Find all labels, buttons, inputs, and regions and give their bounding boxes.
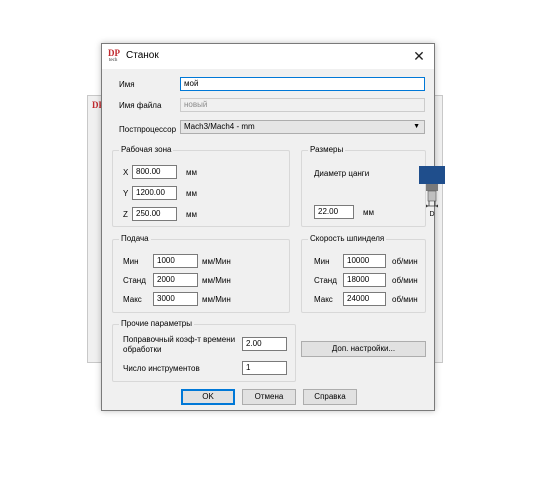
feed-std-unit: мм/Мин (202, 276, 231, 285)
feed-std-label: Станд (123, 276, 146, 285)
other-params-group: Прочие параметры Поправочный коэф-т врем… (112, 319, 296, 382)
collet-diameter-unit: мм (363, 208, 374, 217)
other-params-title: Прочие параметры (119, 319, 195, 329)
axis-x-input[interactable]: 800.00 (132, 165, 177, 179)
collet-diagram-label: D (429, 211, 434, 218)
axis-y-unit: мм (186, 189, 197, 198)
extra-settings-button[interactable]: Доп. настройки... (301, 341, 426, 357)
machine-dialog: DP tech Станок ✕ Имя мой Имя файла новый… (101, 43, 445, 411)
coef-value: 2.00 (246, 339, 262, 348)
close-button[interactable]: ✕ (410, 47, 428, 65)
app-logo-bottom: tech (109, 58, 118, 63)
dropdown-arrow-icon: ▼ (413, 123, 420, 130)
help-button[interactable]: Справка (303, 389, 357, 405)
feed-min-value: 1000 (157, 256, 175, 265)
spindle-std-label: Станд (314, 276, 337, 285)
feed-max-input[interactable]: 3000 (153, 292, 198, 306)
filename-input: новый (180, 98, 425, 112)
axis-x-label: X (123, 168, 129, 177)
filename-input-value: новый (184, 100, 208, 109)
feed-max-value: 3000 (157, 294, 175, 303)
filename-label: Имя файла (119, 101, 162, 110)
tools-count-input[interactable]: 1 (242, 361, 287, 375)
axis-z-unit: мм (186, 210, 197, 219)
axis-z-input[interactable]: 250.00 (132, 207, 177, 221)
feed-min-input[interactable]: 1000 (153, 254, 198, 268)
postprocessor-label: Постпроцессор (119, 125, 177, 134)
coef-label-line1: Поправочный коэф-т времени (123, 335, 236, 344)
ok-button[interactable]: OK (181, 389, 235, 405)
cancel-button[interactable]: Отмена (242, 389, 296, 405)
tools-count-value: 1 (246, 363, 251, 372)
spindle-max-value: 24000 (347, 294, 370, 303)
work-area-group: Рабочая зона X 800.00 мм Y 1200.00 мм Z … (112, 145, 290, 227)
collet-diameter-input[interactable]: 22.00 (314, 205, 354, 219)
spindle-max-unit: об/мин (392, 295, 418, 304)
dialog-title: Станок (126, 50, 159, 61)
coef-label-line2: обработки (123, 345, 162, 354)
spindle-std-unit: об/мин (392, 276, 418, 285)
spindle-group: Скорость шпинделя Мин 10000 об/мин Станд… (301, 234, 426, 313)
spindle-std-value: 18000 (347, 275, 370, 284)
sizes-group: Размеры Диаметр цанги 22.00 мм D (301, 145, 445, 227)
axis-z-label: Z (123, 210, 128, 219)
spindle-title: Скорость шпинделя (308, 234, 387, 244)
work-area-title: Рабочая зона (119, 145, 174, 155)
feed-std-input[interactable]: 2000 (153, 273, 198, 287)
feed-min-label: Мин (123, 257, 139, 266)
postprocessor-select[interactable]: Mach3/Mach4 - mm ▼ (180, 120, 425, 134)
spindle-min-input[interactable]: 10000 (343, 254, 386, 268)
postprocessor-value: Mach3/Mach4 - mm (184, 122, 255, 131)
axis-y-input[interactable]: 1200.00 (132, 186, 177, 200)
title-bar: DP tech Станок ✕ (102, 44, 434, 69)
spindle-max-label: Макс (314, 295, 333, 304)
feed-max-unit: мм/Мин (202, 295, 231, 304)
spindle-min-value: 10000 (347, 256, 370, 265)
axis-x-value: 800.00 (136, 167, 161, 176)
collet-diameter-value: 22.00 (318, 207, 339, 216)
axis-y-value: 1200.00 (136, 188, 165, 197)
spindle-std-input[interactable]: 18000 (343, 273, 386, 287)
feed-group: Подача Мин 1000 мм/Мин Станд 2000 мм/Мин… (112, 234, 290, 313)
app-logo-top: DP (108, 48, 120, 58)
close-icon: ✕ (413, 48, 425, 64)
spindle-max-input[interactable]: 24000 (343, 292, 386, 306)
feed-std-value: 2000 (157, 275, 175, 284)
spindle-min-label: Мин (314, 257, 330, 266)
tools-count-label: Число инструментов (123, 364, 200, 373)
axis-x-unit: мм (186, 168, 197, 177)
spindle-min-unit: об/мин (392, 257, 418, 266)
coef-input[interactable]: 2.00 (242, 337, 287, 351)
name-input[interactable]: мой (180, 77, 425, 91)
name-label: Имя (119, 80, 135, 89)
sizes-title: Размеры (308, 145, 346, 155)
app-logo: DP tech (108, 48, 122, 64)
feed-min-unit: мм/Мин (202, 257, 231, 266)
collet-diagram-icon: D (419, 166, 445, 218)
axis-y-label: Y (123, 189, 129, 198)
feed-title: Подача (119, 234, 151, 244)
collet-diameter-label: Диаметр цанги (314, 169, 370, 178)
axis-z-value: 250.00 (136, 209, 161, 218)
name-input-value: мой (184, 79, 199, 88)
feed-max-label: Макс (123, 295, 142, 304)
